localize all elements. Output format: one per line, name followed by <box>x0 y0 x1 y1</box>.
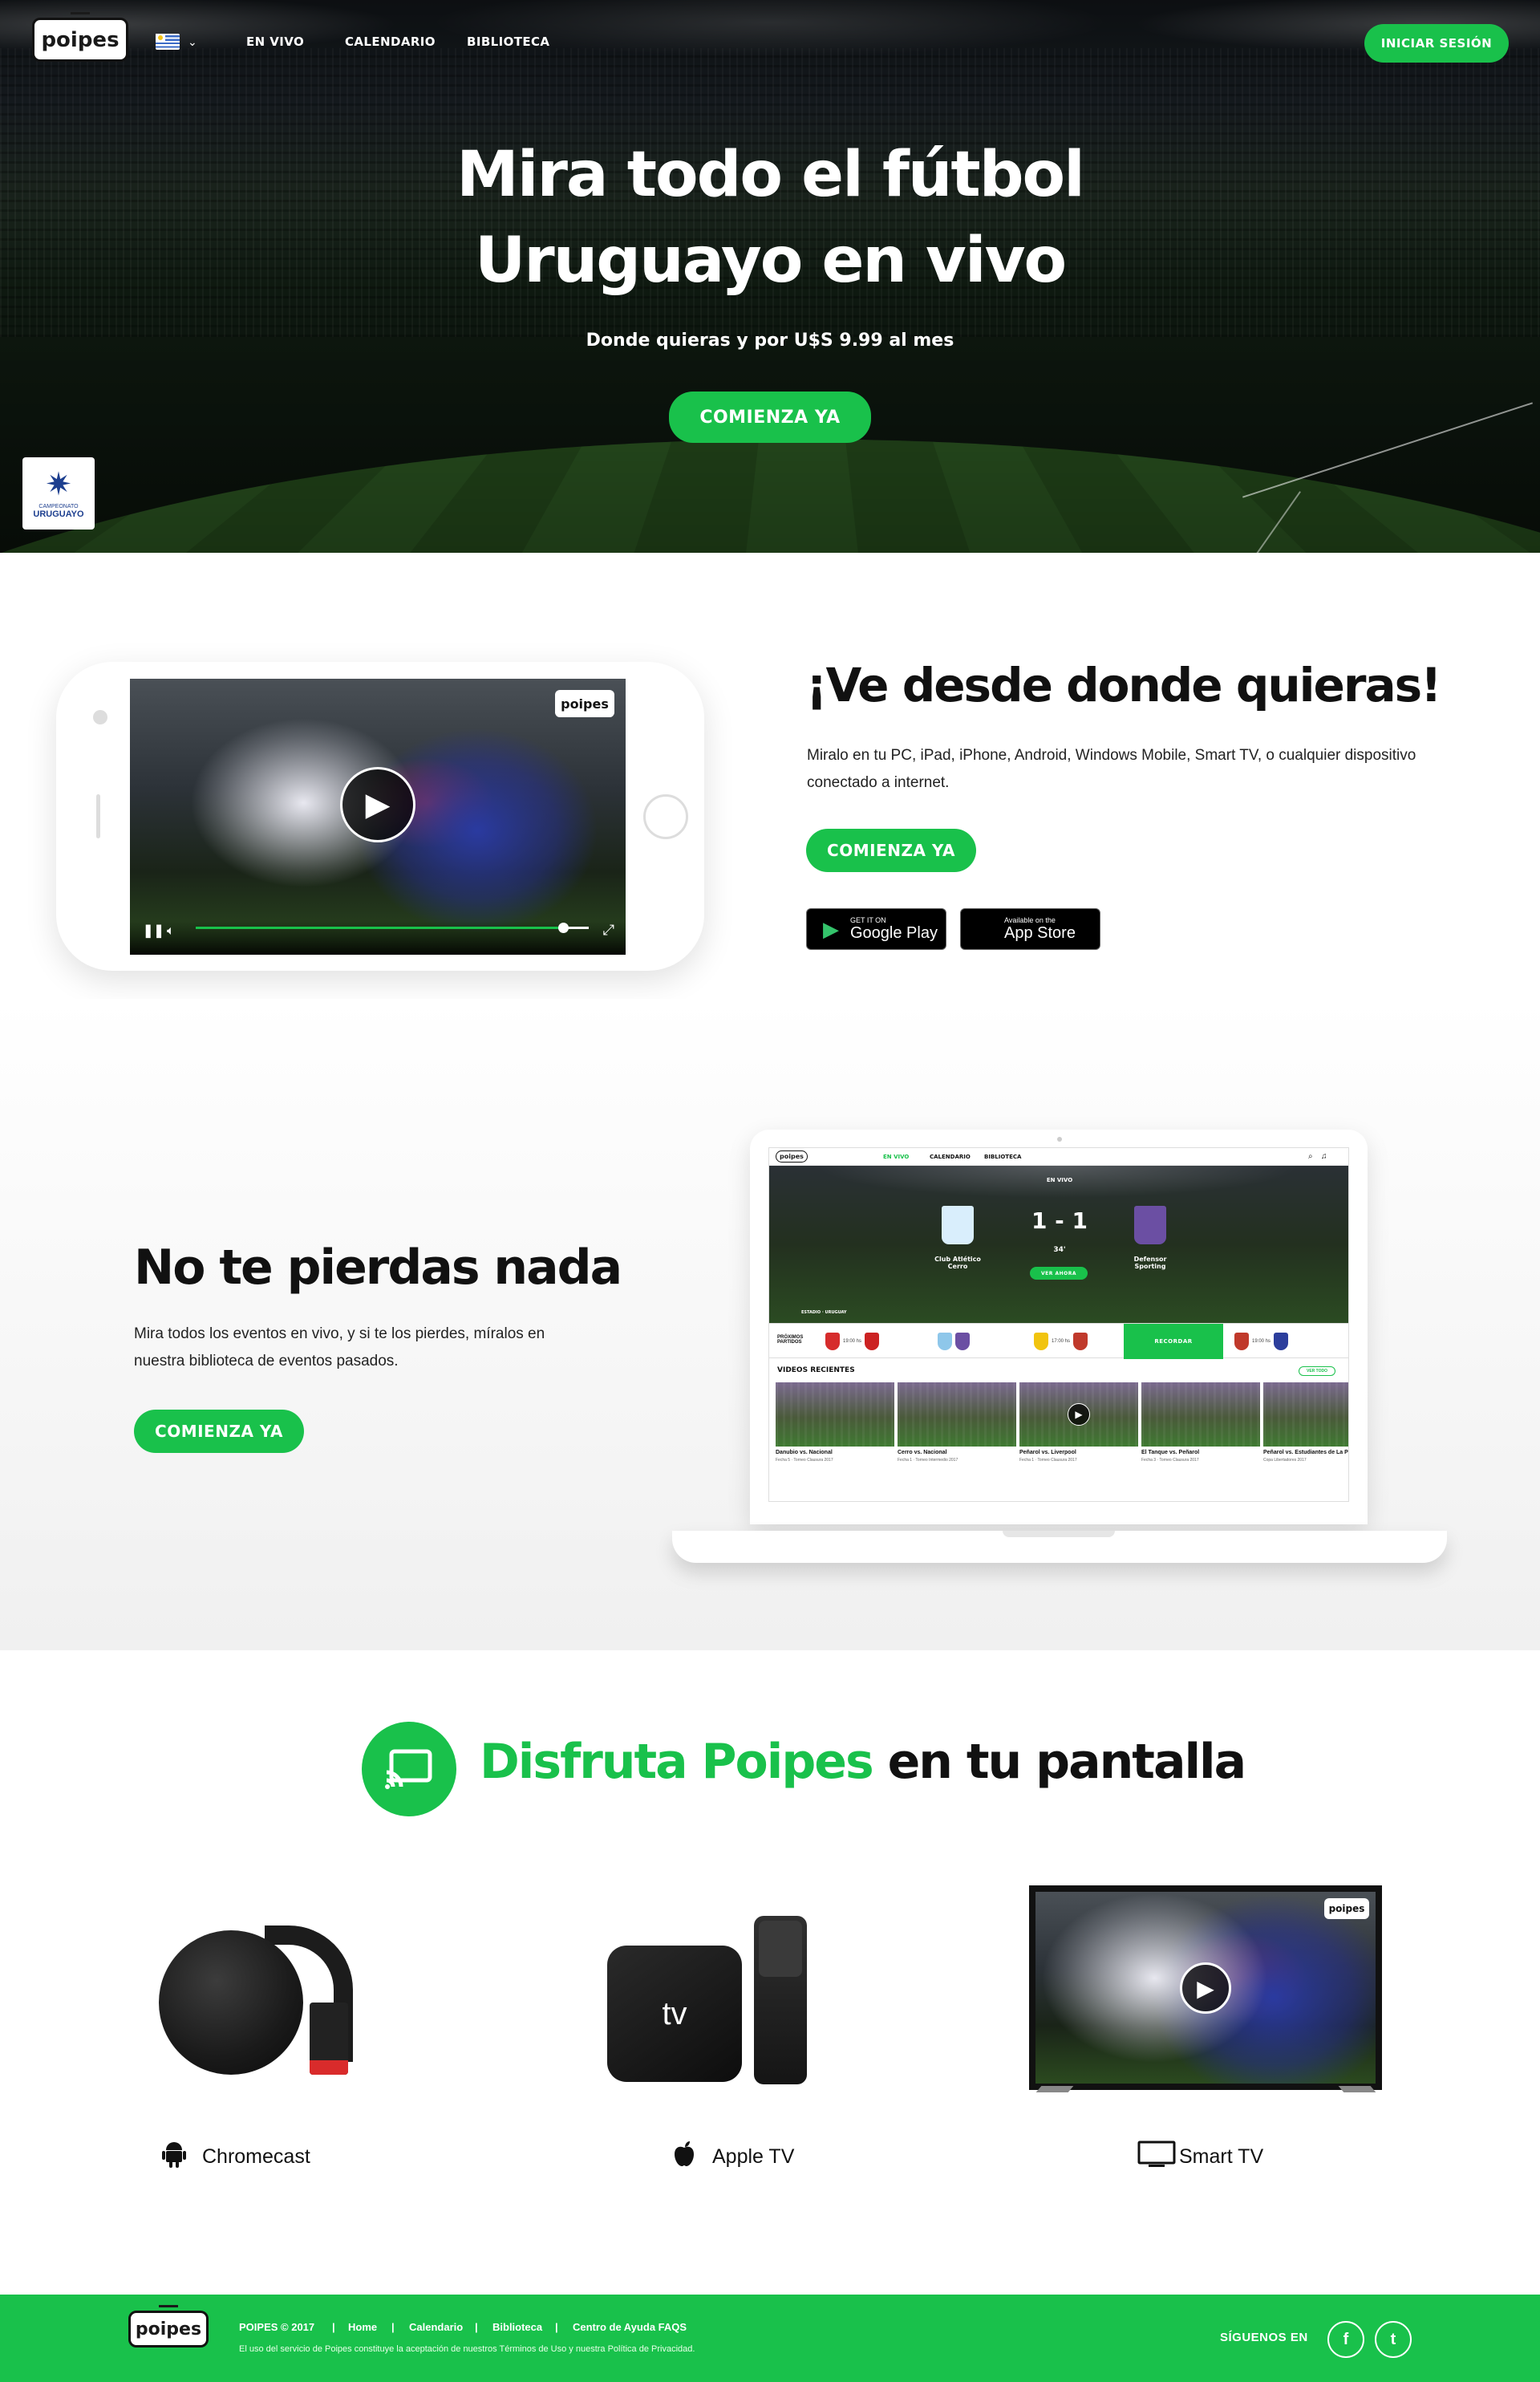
footer-legal: El uso del servicio de Poipes constituye… <box>239 2344 695 2354</box>
pause-icon[interactable]: ❚❚ <box>143 923 164 939</box>
progress-handle[interactable] <box>558 923 569 933</box>
screens-title: Disfruta Poipes en tu pantalla <box>480 1734 1246 1790</box>
hero-section: poipes ⌄ EN VIVO CALENDARIO BIBLIOTECA I… <box>0 0 1540 553</box>
tv-icon <box>1137 2141 1176 2173</box>
phone-mockup: poipes ▶ ❚❚ 🔈︎ ⤢ <box>56 662 704 971</box>
progress-bar[interactable] <box>196 923 589 933</box>
follow-label: SÍGUENOS EN <box>1220 2331 1308 2344</box>
play-icon: ▶ <box>1180 1962 1231 2014</box>
watch-anywhere-title: ¡Ve desde donde quieras! <box>806 658 1442 712</box>
fullscreen-icon[interactable]: ⤢ <box>603 922 614 939</box>
footer-link-calendario[interactable]: Calendario <box>409 2321 463 2333</box>
screen-logo: poipes <box>776 1150 808 1163</box>
campeonato-uruguayo-badge: ✷ CAMPEONATO URUGUAYO <box>22 457 95 530</box>
device-apple-tv: Apple TV <box>671 2141 794 2173</box>
footer <box>0 2295 1540 2382</box>
apple-tv-device-image: tv <box>607 1946 742 2082</box>
nav-link-biblioteca[interactable]: BIBLIOTECA <box>467 34 549 49</box>
hero-cta-button[interactable]: COMIENZA YA <box>669 392 871 443</box>
cerro-crest <box>942 1206 974 1244</box>
android-icon <box>160 2141 188 2173</box>
footer-link-ayuda[interactable]: Centro de Ayuda FAQS <box>573 2321 687 2333</box>
cast-icon <box>362 1722 456 1816</box>
watch-anywhere-cta-button[interactable]: COMIENZA YA <box>806 829 976 872</box>
footer-link-home[interactable]: Home <box>348 2321 377 2333</box>
hero-title: Mira todo el fútbol Uruguayo en vivo <box>0 132 1540 304</box>
defensor-crest <box>1134 1206 1166 1244</box>
search-icon: ⌕ <box>1308 1152 1313 1161</box>
poipes-logo[interactable]: poipes <box>32 12 128 62</box>
video-thumbnail: ▶ <box>1019 1382 1138 1447</box>
facebook-icon[interactable]: f <box>1327 2321 1364 2358</box>
play-icon[interactable]: ▶ <box>340 767 415 842</box>
nav-link-en-vivo[interactable]: EN VIVO <box>246 34 304 49</box>
apple-tv-remote-image <box>754 1916 807 2084</box>
app-store-button[interactable]: Available on the App Store <box>960 908 1100 950</box>
dont-miss-text: Mira todos los eventos en vivo, y si te … <box>134 1325 545 1370</box>
uruguay-flag-icon[interactable] <box>156 34 180 50</box>
top-nav: poipes ⌄ EN VIVO CALENDARIO BIBLIOTECA I… <box>0 0 1540 84</box>
dont-miss-title: No te pierdas nada <box>134 1240 622 1296</box>
chromecast-device-image <box>159 1930 303 2075</box>
video-thumbnail <box>1263 1382 1348 1447</box>
nav-link-calendario[interactable]: CALENDARIO <box>345 34 436 49</box>
google-play-button[interactable]: ▶ GET IT ON Google Play <box>806 908 946 950</box>
footer-logo[interactable]: poipes <box>128 2305 209 2348</box>
video-logo: poipes <box>555 690 614 717</box>
google-play-icon: ▶ <box>823 916 839 941</box>
footer-copyright: POIPES © 2017 <box>239 2321 315 2333</box>
smart-tv-device-image: poipes ▶ <box>1029 1885 1382 2090</box>
hdmi-plug <box>310 2003 348 2075</box>
hero-title-line1: Mira todo el fútbol <box>456 139 1085 211</box>
video-thumbnail <box>776 1382 894 1447</box>
phone-home-button <box>643 794 688 839</box>
device-smart-tv: Smart TV <box>1137 2141 1263 2173</box>
video-player[interactable]: poipes ▶ ❚❚ 🔈︎ ⤢ <box>130 679 626 955</box>
video-thumbnail <box>1141 1382 1260 1447</box>
device-chromecast: Chromecast <box>160 2141 310 2173</box>
screen-live-hero: EN VIVO 1 - 1 34' Club Atlético Cerro De… <box>769 1166 1348 1323</box>
chevron-down-icon[interactable]: ⌄ <box>188 35 197 49</box>
volume-icon[interactable]: 🔈︎ <box>167 924 175 939</box>
hero-title-line2: Uruguayo en vivo <box>474 225 1067 297</box>
screen-next-matches: PRÓXIMOS PARTIDOS 19:00 hs 17:00 hs RECO… <box>769 1323 1348 1359</box>
watch-anywhere-text: Miralo en tu PC, iPad, iPhone, Android, … <box>807 747 1416 791</box>
star-logo-icon: ✷ <box>45 466 72 502</box>
footer-link-biblioteca[interactable]: Biblioteca <box>492 2321 542 2333</box>
login-button[interactable]: INICIAR SESIÓN <box>1364 24 1509 63</box>
screen-nav: poipes EN VIVO CALENDARIO BIBLIOTECA ⌕ ♫ <box>769 1148 1348 1166</box>
apple-icon <box>671 2141 698 2173</box>
bell-icon: ♫ <box>1321 1152 1327 1161</box>
hero-subtitle: Donde quieras y por U$S 9.99 al mes <box>586 331 954 351</box>
twitter-icon[interactable]: t <box>1375 2321 1412 2358</box>
dont-miss-cta-button[interactable]: COMIENZA YA <box>134 1410 304 1453</box>
video-thumbnail <box>898 1382 1016 1447</box>
laptop-screen: poipes EN VIVO CALENDARIO BIBLIOTECA ⌕ ♫… <box>768 1147 1349 1502</box>
